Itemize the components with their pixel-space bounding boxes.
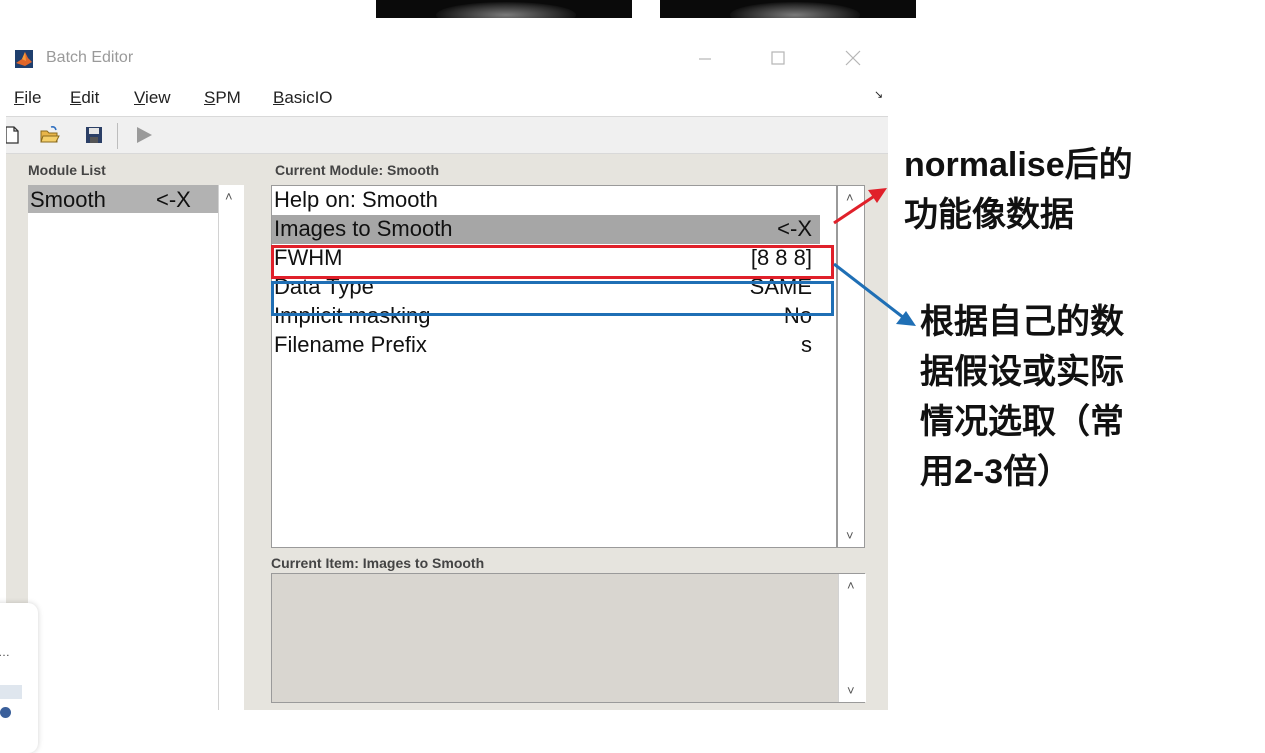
blue-note-line: 根据自己的数 xyxy=(920,303,1124,341)
red-annotation-note: normalise后的 功能像数据 xyxy=(904,140,1133,240)
widget-thumbnail xyxy=(0,685,22,699)
popup-card[interactable]: … xyxy=(0,603,38,753)
red-note-line: normalise后的 xyxy=(904,146,1133,184)
ellipsis-icon: … xyxy=(0,645,10,659)
blue-arrow xyxy=(833,262,905,320)
red-arrow xyxy=(833,193,877,225)
dot-icon xyxy=(0,707,11,718)
red-note-line: 功能像数据 xyxy=(904,196,1074,234)
blue-note-line: 情况选取（常 xyxy=(920,403,1124,441)
blue-note-line: 据假设或实际 xyxy=(920,353,1124,391)
red-arrow-head xyxy=(868,188,887,203)
blue-note-line: 用2-3倍） xyxy=(920,453,1072,491)
blue-annotation-note: 根据自己的数 据假设或实际 情况选取（常 用2-3倍） xyxy=(920,297,1124,497)
